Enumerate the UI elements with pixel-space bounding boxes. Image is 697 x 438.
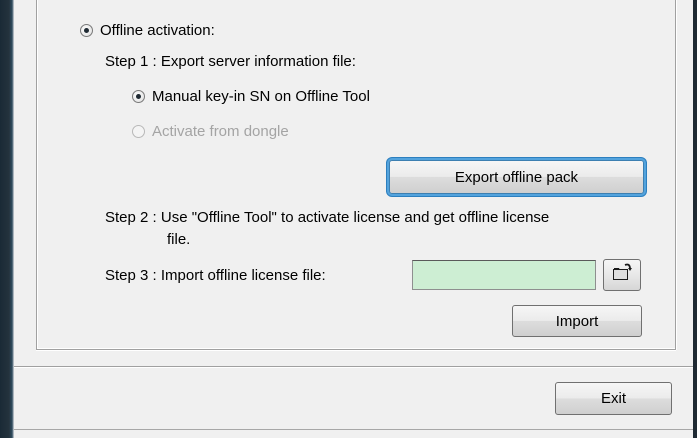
export-offline-pack-button[interactable]: Export offline pack: [389, 160, 644, 194]
bottom-border: [14, 429, 693, 430]
license-file-field[interactable]: [412, 260, 596, 290]
dongle-radio: [132, 125, 145, 138]
step2-label-line2: file.: [167, 231, 191, 248]
dongle-label: Activate from dongle: [152, 123, 289, 140]
manual-keyin-label: Manual key-in SN on Offline Tool: [152, 88, 370, 105]
browse-button[interactable]: [603, 259, 641, 291]
folder-open-icon: [611, 263, 633, 287]
exit-button[interactable]: Exit: [555, 382, 672, 415]
offline-activation-option[interactable]: Offline activation:: [80, 22, 215, 39]
step2-label-line1: Step 2 : Use "Offline Tool" to activate …: [105, 209, 550, 226]
import-button[interactable]: Import: [512, 305, 642, 337]
window-left-edge: [0, 0, 14, 438]
offline-activation-label: Offline activation:: [100, 22, 215, 39]
manual-keyin-option[interactable]: Manual key-in SN on Offline Tool: [132, 88, 370, 105]
step3-label: Step 3 : Import offline license file:: [105, 267, 326, 284]
dongle-option: Activate from dongle: [132, 123, 289, 140]
step1-label: Step 1 : Export server information file:: [105, 53, 356, 70]
footer-separator: [14, 366, 693, 368]
manual-keyin-radio[interactable]: [132, 90, 145, 103]
offline-activation-radio[interactable]: [80, 24, 93, 37]
window-right-edge: [693, 0, 697, 438]
